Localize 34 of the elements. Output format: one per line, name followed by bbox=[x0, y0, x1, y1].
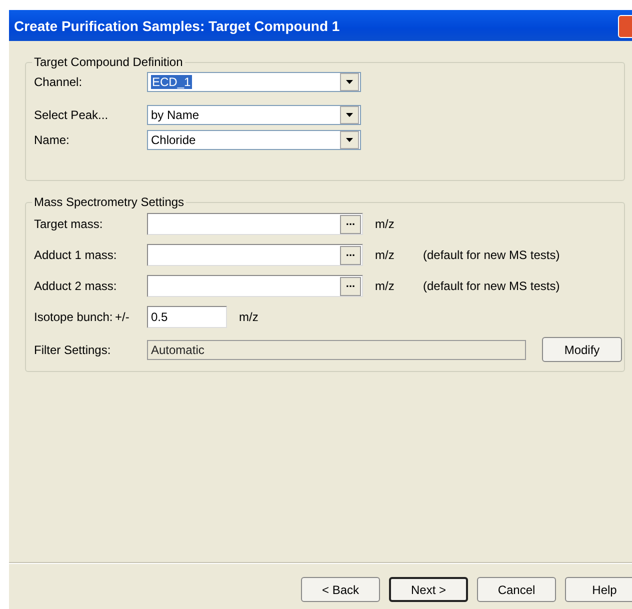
dropdown[interactable]: ECD_1 bbox=[147, 72, 361, 92]
unit-label: m/z bbox=[375, 248, 396, 262]
field-label: Isotope bunch: bbox=[34, 310, 114, 324]
note-text: (default for new MS tests) bbox=[423, 248, 560, 262]
unit-label: m/z bbox=[375, 217, 396, 231]
dropdown[interactable]: Chloride bbox=[147, 130, 361, 150]
field-label: Channel: bbox=[34, 75, 84, 89]
input-field[interactable]: ... bbox=[147, 275, 363, 297]
browse-button[interactable]: ... bbox=[340, 246, 361, 264]
wizard-button[interactable]: Next > bbox=[389, 577, 468, 602]
field-label: Name: bbox=[34, 133, 70, 147]
group-title: Target Compound Definition bbox=[33, 55, 184, 69]
field-label: Filter Settings: bbox=[34, 342, 112, 356]
plus-minus-label: +/- bbox=[115, 310, 130, 324]
unit-label: m/z bbox=[239, 310, 260, 324]
field-label: Target mass: bbox=[34, 217, 104, 231]
wizard-button[interactable]: Cancel bbox=[477, 577, 556, 602]
unit-label: m/z bbox=[375, 279, 396, 293]
input-field[interactable]: ... bbox=[147, 213, 363, 235]
browse-button[interactable]: ... bbox=[340, 276, 361, 296]
input-field[interactable]: ... bbox=[147, 244, 363, 266]
wizard-button[interactable]: Help bbox=[565, 577, 632, 602]
window-title: Create Purification Samples: Target Compound 1 bbox=[14, 18, 340, 34]
browse-button[interactable]: ... bbox=[340, 214, 361, 234]
field-label: Select Peak... bbox=[34, 108, 110, 122]
input-field[interactable]: 0.5 bbox=[147, 306, 227, 328]
note-text: (default for new MS tests) bbox=[423, 279, 560, 293]
modify-button[interactable]: Modify bbox=[542, 337, 622, 362]
dropdown[interactable]: by Name bbox=[147, 105, 361, 125]
group-title: Mass Spectrometry Settings bbox=[33, 195, 186, 209]
field-label: Adduct 1 mass: bbox=[34, 248, 118, 262]
wizard-button[interactable]: < Back bbox=[301, 577, 380, 602]
filter-settings-field: Automatic bbox=[147, 340, 526, 360]
field-label: Adduct 2 mass: bbox=[34, 279, 118, 293]
